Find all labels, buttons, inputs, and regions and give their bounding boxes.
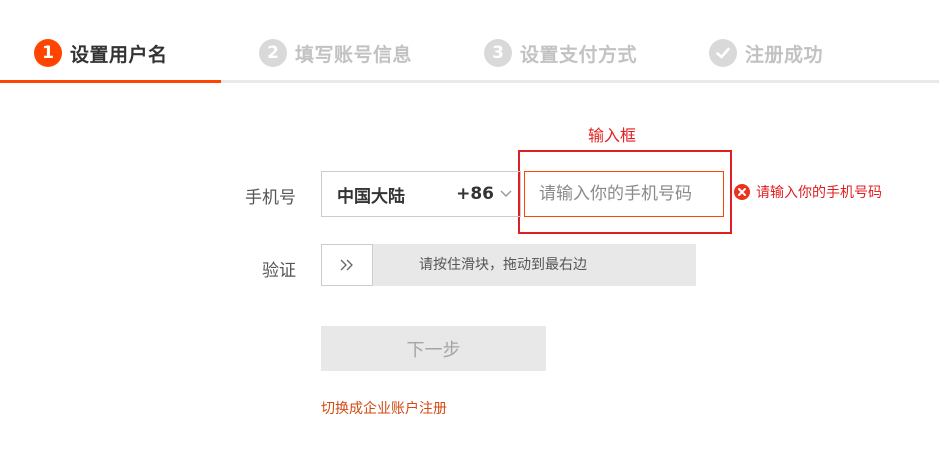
slider-handle[interactable] [321,244,373,286]
step-1-label: 设置用户名 [70,43,168,66]
step-2-label: 填写账号信息 [295,43,413,66]
step-3-number: 3 [484,39,512,67]
phone-label: 手机号 [245,188,296,208]
step-1-number: 1 [34,39,62,67]
country-code: +86 [456,184,494,204]
step-2-number: 2 [259,39,287,67]
step-4: 注册成功 [709,38,823,68]
step-2: 2 填写账号信息 [259,38,412,68]
annotation-label: 输入框 [588,126,637,145]
country-select[interactable]: 中国大陆 +86 [321,171,521,217]
slider-instruction: 请按住滑块，拖动到最右边 [419,257,587,273]
chevron-down-icon [500,190,512,198]
error-x-icon [734,184,750,200]
step-3: 3 设置支付方式 [484,38,637,68]
error-text: 请输入你的手机号码 [756,185,882,201]
slider-captcha: 请按住滑块，拖动到最右边 [321,244,696,286]
next-step-button[interactable]: 下一步 [321,326,546,371]
verify-label: 验证 [262,261,296,281]
phone-error: 请输入你的手机号码 [734,182,882,202]
check-icon [709,39,737,67]
step-1: 1 设置用户名 [34,38,168,68]
step-4-label: 注册成功 [745,43,824,66]
step-3-label: 设置支付方式 [520,43,638,66]
switch-to-enterprise-link[interactable]: 切换成企业账户注册 [321,398,447,418]
country-name: 中国大陆 [337,186,405,207]
double-chevron-right-icon [340,259,353,271]
progress-steps: 1 设置用户名 2 填写账号信息 3 设置支付方式 注册成功 [0,0,939,84]
steps-active-indicator [0,80,221,83]
phone-input[interactable] [524,171,724,217]
